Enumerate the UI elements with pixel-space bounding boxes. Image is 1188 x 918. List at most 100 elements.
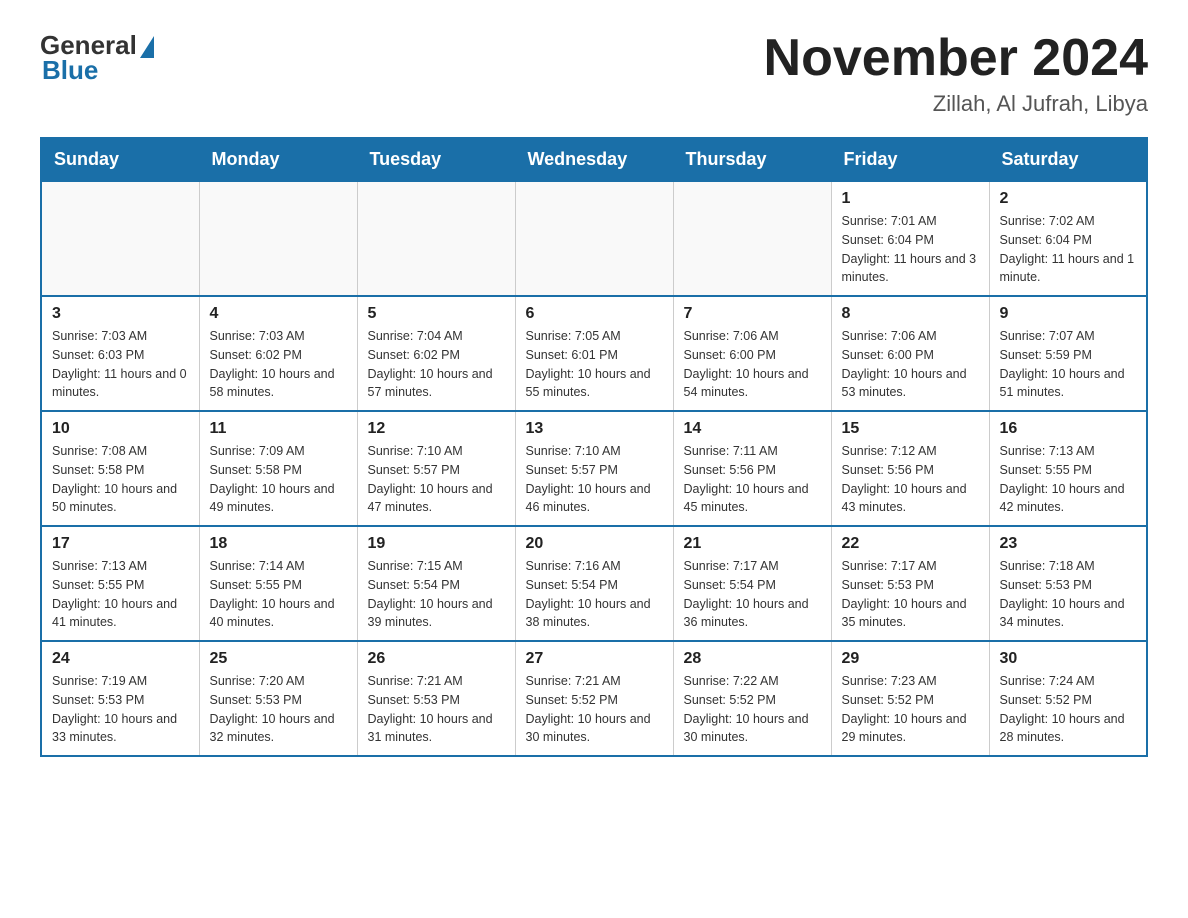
day-info: Sunrise: 7:11 AM Sunset: 5:56 PM Dayligh… [684, 442, 821, 517]
day-info: Sunrise: 7:22 AM Sunset: 5:52 PM Dayligh… [684, 672, 821, 747]
weekday-header-row: SundayMondayTuesdayWednesdayThursdayFrid… [41, 138, 1147, 181]
calendar-cell [515, 181, 673, 296]
day-info: Sunrise: 7:08 AM Sunset: 5:58 PM Dayligh… [52, 442, 189, 517]
day-info: Sunrise: 7:20 AM Sunset: 5:53 PM Dayligh… [210, 672, 347, 747]
calendar-cell: 4Sunrise: 7:03 AM Sunset: 6:02 PM Daylig… [199, 296, 357, 411]
weekday-header-saturday: Saturday [989, 138, 1147, 181]
day-number: 15 [842, 420, 979, 438]
day-info: Sunrise: 7:19 AM Sunset: 5:53 PM Dayligh… [52, 672, 189, 747]
calendar-cell: 28 Sunrise: 7:22 AM Sunset: 5:52 PM Dayli… [673, 641, 831, 756]
day-number: 25 [210, 650, 347, 668]
day-info: Sunrise: 7:17 AM Sunset: 5:54 PM Dayligh… [684, 557, 821, 632]
logo-triangle-icon [140, 36, 154, 58]
calendar-cell: 25 Sunrise: 7:20 AM Sunset: 5:53 PM Dayli… [199, 641, 357, 756]
day-info: Sunrise: 7:04 AM Sunset: 6:02 PM Dayligh… [368, 327, 505, 402]
day-number: 1 [842, 190, 979, 208]
calendar-cell [673, 181, 831, 296]
day-number: 27 [526, 650, 663, 668]
calendar-cell: 6Sunrise: 7:05 AM Sunset: 6:01 PM Daylig… [515, 296, 673, 411]
day-info: Sunrise: 7:09 AM Sunset: 5:58 PM Dayligh… [210, 442, 347, 517]
day-number: 3 [52, 305, 189, 323]
day-number: 19 [368, 535, 505, 553]
calendar-cell [357, 181, 515, 296]
weekday-header-thursday: Thursday [673, 138, 831, 181]
day-info: Sunrise: 7:16 AM Sunset: 5:54 PM Dayligh… [526, 557, 663, 632]
day-number: 24 [52, 650, 189, 668]
day-info: Sunrise: 7:13 AM Sunset: 5:55 PM Dayligh… [52, 557, 189, 632]
calendar-cell: 16 Sunrise: 7:13 AM Sunset: 5:55 PM Dayli… [989, 411, 1147, 526]
day-number: 10 [52, 420, 189, 438]
day-number: 14 [684, 420, 821, 438]
day-info: Sunrise: 7:21 AM Sunset: 5:53 PM Dayligh… [368, 672, 505, 747]
calendar-cell: 29 Sunrise: 7:23 AM Sunset: 5:52 PM Dayli… [831, 641, 989, 756]
calendar-cell: 22Sunrise: 7:17 AM Sunset: 5:53 PM Dayli… [831, 526, 989, 641]
logo: General Blue [40, 30, 154, 86]
calendar-cell: 26 Sunrise: 7:21 AM Sunset: 5:53 PM Dayli… [357, 641, 515, 756]
weekday-header-sunday: Sunday [41, 138, 199, 181]
calendar-cell: 5 Sunrise: 7:04 AM Sunset: 6:02 PM Daylig… [357, 296, 515, 411]
title-section: November 2024 Zillah, Al Jufrah, Libya [764, 30, 1148, 117]
day-info: Sunrise: 7:18 AM Sunset: 5:53 PM Dayligh… [1000, 557, 1137, 632]
weekday-header-monday: Monday [199, 138, 357, 181]
calendar-cell: 20 Sunrise: 7:16 AM Sunset: 5:54 PM Dayli… [515, 526, 673, 641]
day-number: 11 [210, 420, 347, 438]
day-number: 4 [210, 305, 347, 323]
day-number: 20 [526, 535, 663, 553]
calendar-cell: 15 Sunrise: 7:12 AM Sunset: 5:56 PM Dayli… [831, 411, 989, 526]
week-row-3: 10 Sunrise: 7:08 AM Sunset: 5:58 PM Dayli… [41, 411, 1147, 526]
day-info: Sunrise: 7:06 AM Sunset: 6:00 PM Dayligh… [842, 327, 979, 402]
day-number: 30 [1000, 650, 1137, 668]
day-number: 5 [368, 305, 505, 323]
calendar-cell: 7 Sunrise: 7:06 AM Sunset: 6:00 PM Daylig… [673, 296, 831, 411]
calendar-table: SundayMondayTuesdayWednesdayThursdayFrid… [40, 137, 1148, 757]
day-number: 26 [368, 650, 505, 668]
day-number: 13 [526, 420, 663, 438]
day-number: 8 [842, 305, 979, 323]
calendar-cell [41, 181, 199, 296]
day-info: Sunrise: 7:10 AM Sunset: 5:57 PM Dayligh… [368, 442, 505, 517]
day-number: 29 [842, 650, 979, 668]
day-info: Sunrise: 7:01 AM Sunset: 6:04 PM Dayligh… [842, 212, 979, 287]
day-info: Sunrise: 7:07 AM Sunset: 5:59 PM Dayligh… [1000, 327, 1137, 402]
day-info: Sunrise: 7:13 AM Sunset: 5:55 PM Dayligh… [1000, 442, 1137, 517]
location-title: Zillah, Al Jufrah, Libya [764, 91, 1148, 117]
day-info: Sunrise: 7:10 AM Sunset: 5:57 PM Dayligh… [526, 442, 663, 517]
calendar-cell: 1 Sunrise: 7:01 AM Sunset: 6:04 PM Daylig… [831, 181, 989, 296]
month-title: November 2024 [764, 30, 1148, 87]
week-row-1: 1 Sunrise: 7:01 AM Sunset: 6:04 PM Daylig… [41, 181, 1147, 296]
day-info: Sunrise: 7:02 AM Sunset: 6:04 PM Dayligh… [1000, 212, 1137, 287]
calendar-cell: 14 Sunrise: 7:11 AM Sunset: 5:56 PM Dayli… [673, 411, 831, 526]
day-number: 21 [684, 535, 821, 553]
day-info: Sunrise: 7:24 AM Sunset: 5:52 PM Dayligh… [1000, 672, 1137, 747]
weekday-header-wednesday: Wednesday [515, 138, 673, 181]
week-row-4: 17 Sunrise: 7:13 AM Sunset: 5:55 PM Dayli… [41, 526, 1147, 641]
day-info: Sunrise: 7:23 AM Sunset: 5:52 PM Dayligh… [842, 672, 979, 747]
calendar-cell: 18Sunrise: 7:14 AM Sunset: 5:55 PM Dayli… [199, 526, 357, 641]
day-number: 23 [1000, 535, 1137, 553]
day-info: Sunrise: 7:05 AM Sunset: 6:01 PM Dayligh… [526, 327, 663, 402]
day-info: Sunrise: 7:14 AM Sunset: 5:55 PM Dayligh… [210, 557, 347, 632]
day-info: Sunrise: 7:12 AM Sunset: 5:56 PM Dayligh… [842, 442, 979, 517]
weekday-header-tuesday: Tuesday [357, 138, 515, 181]
day-info: Sunrise: 7:06 AM Sunset: 6:00 PM Dayligh… [684, 327, 821, 402]
day-number: 7 [684, 305, 821, 323]
calendar-cell: 30 Sunrise: 7:24 AM Sunset: 5:52 PM Dayli… [989, 641, 1147, 756]
day-number: 17 [52, 535, 189, 553]
calendar-cell: 3 Sunrise: 7:03 AM Sunset: 6:03 PM Daylig… [41, 296, 199, 411]
calendar-cell: 13 Sunrise: 7:10 AM Sunset: 5:57 PM Dayli… [515, 411, 673, 526]
week-row-2: 3 Sunrise: 7:03 AM Sunset: 6:03 PM Daylig… [41, 296, 1147, 411]
calendar-cell: 23 Sunrise: 7:18 AM Sunset: 5:53 PM Dayli… [989, 526, 1147, 641]
day-number: 28 [684, 650, 821, 668]
calendar-cell: 10 Sunrise: 7:08 AM Sunset: 5:58 PM Dayli… [41, 411, 199, 526]
calendar-cell: 9 Sunrise: 7:07 AM Sunset: 5:59 PM Daylig… [989, 296, 1147, 411]
day-info: Sunrise: 7:03 AM Sunset: 6:03 PM Dayligh… [52, 327, 189, 402]
header: General Blue November 2024 Zillah, Al Ju… [40, 30, 1148, 117]
day-number: 12 [368, 420, 505, 438]
week-row-5: 24 Sunrise: 7:19 AM Sunset: 5:53 PM Dayli… [41, 641, 1147, 756]
day-number: 2 [1000, 190, 1137, 208]
day-number: 16 [1000, 420, 1137, 438]
day-number: 22 [842, 535, 979, 553]
calendar-cell: 2 Sunrise: 7:02 AM Sunset: 6:04 PM Daylig… [989, 181, 1147, 296]
day-number: 9 [1000, 305, 1137, 323]
calendar-cell: 24 Sunrise: 7:19 AM Sunset: 5:53 PM Dayli… [41, 641, 199, 756]
